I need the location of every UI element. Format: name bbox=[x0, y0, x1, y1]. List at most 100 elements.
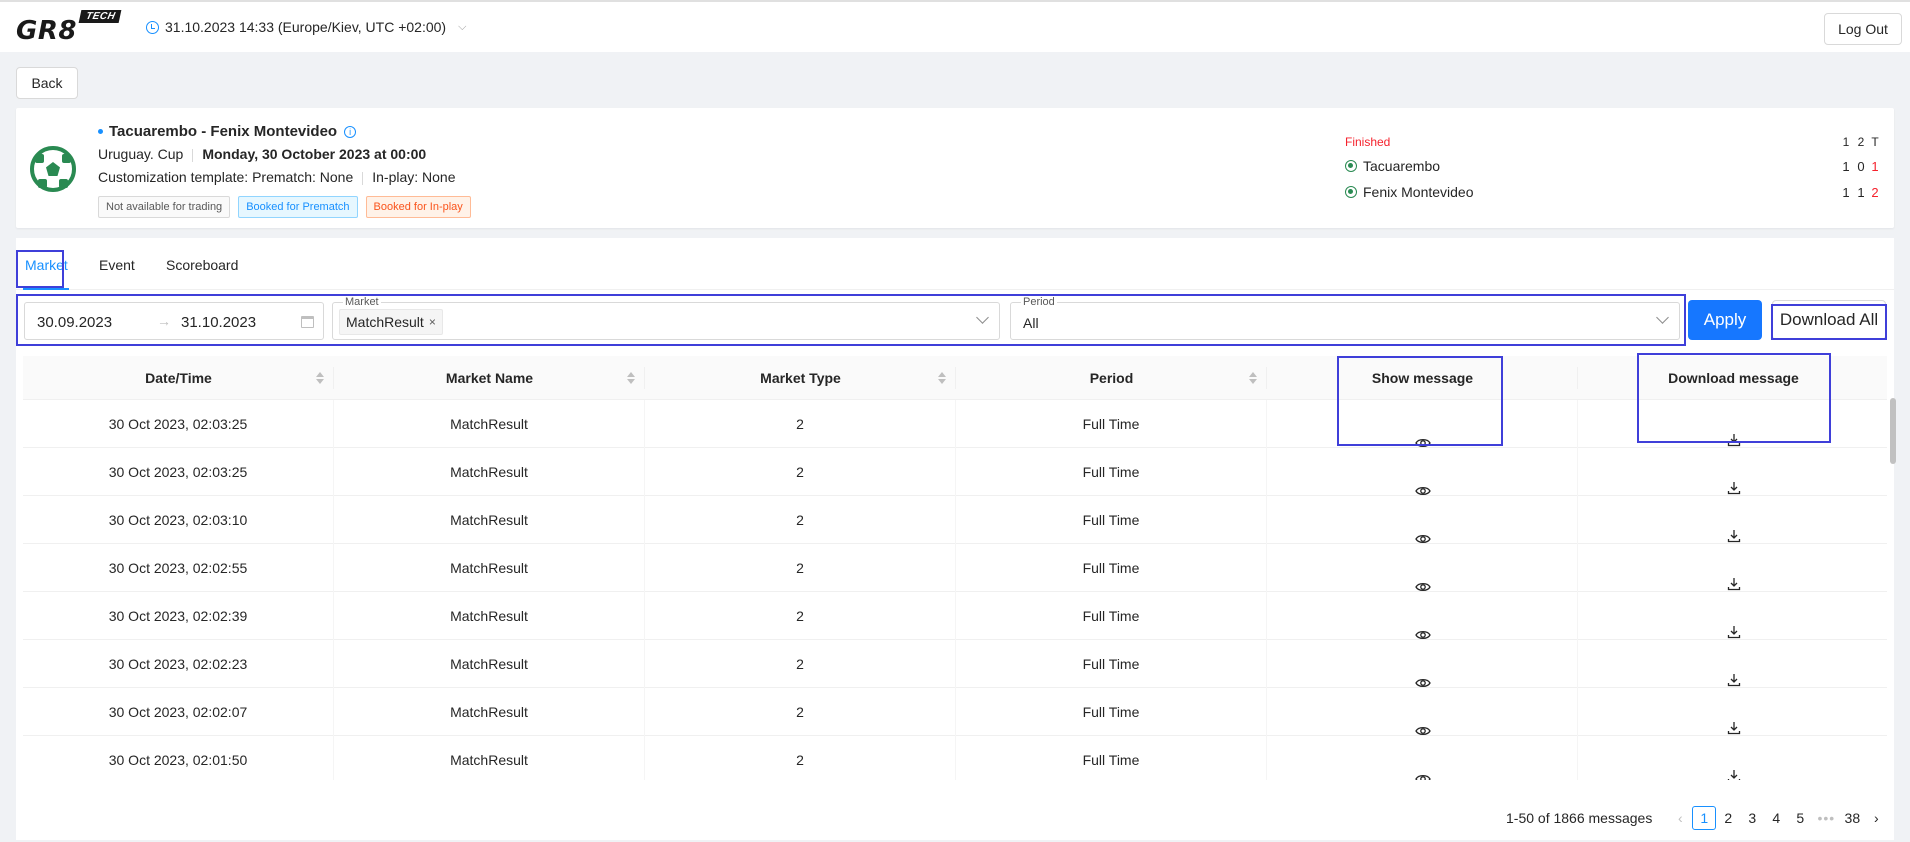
team-icon bbox=[1345, 186, 1357, 198]
cell-datetime: 30 Oct 2023, 02:02:07 bbox=[23, 688, 334, 736]
cell-market-name: MatchResult bbox=[334, 448, 645, 496]
column-header-show-message: Show message bbox=[1267, 356, 1578, 400]
period-select[interactable]: Period All bbox=[1010, 296, 1680, 340]
score-header-total: T bbox=[1871, 135, 1879, 149]
tag-not-available: Not available for trading bbox=[98, 196, 231, 218]
download-icon[interactable] bbox=[1727, 562, 1741, 591]
logout-button[interactable]: Log Out bbox=[1824, 13, 1902, 45]
back-button[interactable]: Back bbox=[16, 67, 78, 99]
cell-datetime: 30 Oct 2023, 02:03:25 bbox=[23, 448, 334, 496]
cell-download-message bbox=[1578, 400, 1887, 448]
page-2[interactable]: 2 bbox=[1716, 806, 1740, 830]
cell-show-message bbox=[1267, 640, 1578, 688]
pagination-total: 1-50 of 1866 messages bbox=[1506, 810, 1653, 826]
tab-event[interactable]: Event bbox=[99, 257, 135, 273]
cell-period: Full Time bbox=[956, 544, 1267, 592]
tournament-name: Uruguay. Cup bbox=[98, 146, 184, 162]
event-title: Tacuarembo - Fenix Montevideo i bbox=[98, 123, 357, 140]
eye-icon[interactable] bbox=[1415, 660, 1431, 688]
cell-download-message bbox=[1578, 544, 1887, 592]
messages-card: Market Event Scoreboard 30.09.2023 → 31.… bbox=[16, 238, 1896, 840]
eye-icon[interactable] bbox=[1415, 564, 1431, 592]
column-title: Date/Time bbox=[145, 370, 212, 386]
column-header-period[interactable]: Period bbox=[956, 356, 1267, 400]
eye-icon[interactable] bbox=[1415, 756, 1431, 780]
logo-main-text: GR8 bbox=[16, 16, 77, 46]
date-to[interactable]: 31.10.2023 bbox=[181, 314, 256, 331]
cell-datetime: 30 Oct 2023, 02:03:10 bbox=[23, 496, 334, 544]
score-away-2: 1 bbox=[1857, 185, 1865, 200]
download-icon[interactable] bbox=[1727, 418, 1741, 447]
date-range-picker[interactable]: 30.09.2023 → 31.10.2023 bbox=[24, 302, 324, 340]
prev-page-button[interactable]: ‹ bbox=[1668, 810, 1692, 826]
eye-icon[interactable] bbox=[1415, 468, 1431, 496]
download-all-button[interactable]: Download All bbox=[1772, 300, 1886, 340]
page-last[interactable]: 38 bbox=[1840, 806, 1864, 830]
team-home: Tacuarembo bbox=[1345, 158, 1440, 174]
table-row: 30 Oct 2023, 02:02:39 MatchResult 2 Full Ti… bbox=[23, 592, 1887, 640]
cell-market-type: 2 bbox=[645, 736, 956, 780]
cell-download-message bbox=[1578, 496, 1887, 544]
page-4[interactable]: 4 bbox=[1764, 806, 1788, 830]
gr8-tech-logo[interactable]: GR8 TECH bbox=[16, 10, 126, 48]
page-3[interactable]: 3 bbox=[1740, 806, 1764, 830]
cell-show-message bbox=[1267, 592, 1578, 640]
eye-icon[interactable] bbox=[1415, 708, 1431, 736]
table-row: 30 Oct 2023, 02:03:25 MatchResult 2 Full Ti… bbox=[23, 400, 1887, 448]
event-title-text: Tacuarembo - Fenix Montevideo bbox=[109, 123, 338, 140]
cell-period: Full Time bbox=[956, 400, 1267, 448]
cell-market-name: MatchResult bbox=[334, 400, 645, 448]
info-icon[interactable]: i bbox=[344, 125, 357, 138]
eye-icon[interactable] bbox=[1415, 516, 1431, 544]
cell-market-type: 2 bbox=[645, 592, 956, 640]
team-icon bbox=[1345, 160, 1357, 172]
apply-button[interactable]: Apply bbox=[1688, 300, 1762, 340]
download-icon[interactable] bbox=[1727, 514, 1741, 543]
sort-icon[interactable] bbox=[938, 372, 946, 386]
column-header-download-message: Download message bbox=[1578, 356, 1887, 400]
timezone-selector[interactable]: 31.10.2023 14:33 (Europe/Kiev, UTC +02:0… bbox=[146, 19, 466, 35]
cell-show-message bbox=[1267, 544, 1578, 592]
next-page-button[interactable]: › bbox=[1864, 810, 1888, 826]
download-icon[interactable] bbox=[1727, 754, 1741, 780]
page-1[interactable]: 1 bbox=[1692, 806, 1717, 830]
market-select[interactable]: Market MatchResult × bbox=[332, 296, 1000, 340]
team-away-name: Fenix Montevideo bbox=[1363, 184, 1474, 200]
market-chip: MatchResult × bbox=[339, 309, 443, 335]
customization-inplay: In-play: None bbox=[372, 169, 456, 185]
column-title: Download message bbox=[1668, 370, 1799, 386]
event-tournament-date: Uruguay. Cup Monday, 30 October 2023 at 0… bbox=[98, 146, 426, 162]
cell-period: Full Time bbox=[956, 448, 1267, 496]
page-5[interactable]: 5 bbox=[1788, 806, 1812, 830]
cell-download-message bbox=[1578, 592, 1887, 640]
table-row: 30 Oct 2023, 02:02:23 MatchResult 2 Full Ti… bbox=[23, 640, 1887, 688]
date-from[interactable]: 30.09.2023 bbox=[37, 314, 112, 331]
sort-icon[interactable] bbox=[316, 372, 324, 386]
column-header-datetime[interactable]: Date/Time bbox=[23, 356, 334, 400]
download-icon[interactable] bbox=[1727, 610, 1741, 639]
customization-prematch: Customization template: Prematch: None bbox=[98, 169, 354, 185]
eye-icon[interactable] bbox=[1415, 420, 1431, 448]
tab-scoreboard[interactable]: Scoreboard bbox=[166, 257, 238, 273]
column-header-market-type[interactable]: Market Type bbox=[645, 356, 956, 400]
table-scrollbar[interactable] bbox=[1890, 398, 1896, 464]
table-header: Date/Time Market Name Market Type Period… bbox=[23, 356, 1887, 400]
download-icon[interactable] bbox=[1727, 466, 1741, 495]
pagination-ellipsis[interactable]: ••• bbox=[1812, 810, 1840, 826]
column-title: Period bbox=[1089, 370, 1134, 386]
cell-market-name: MatchResult bbox=[334, 640, 645, 688]
sort-icon[interactable] bbox=[1249, 372, 1257, 386]
eye-icon[interactable] bbox=[1415, 612, 1431, 640]
cell-market-type: 2 bbox=[645, 496, 956, 544]
remove-chip-icon[interactable]: × bbox=[429, 310, 436, 334]
table-row: 30 Oct 2023, 02:01:50 MatchResult 2 Full Ti… bbox=[23, 736, 1887, 780]
event-card: Tacuarembo - Fenix Montevideo i Uruguay.… bbox=[16, 108, 1894, 228]
cell-datetime: 30 Oct 2023, 02:03:25 bbox=[23, 400, 334, 448]
chevron-down-icon: ⌵ bbox=[458, 20, 467, 33]
download-icon[interactable] bbox=[1727, 706, 1741, 735]
download-icon[interactable] bbox=[1727, 658, 1741, 687]
column-header-market-name[interactable]: Market Name bbox=[334, 356, 645, 400]
sort-icon[interactable] bbox=[627, 372, 635, 386]
tab-market[interactable]: Market bbox=[25, 257, 68, 273]
messages-table: Date/Time Market Name Market Type Period… bbox=[23, 356, 1887, 780]
